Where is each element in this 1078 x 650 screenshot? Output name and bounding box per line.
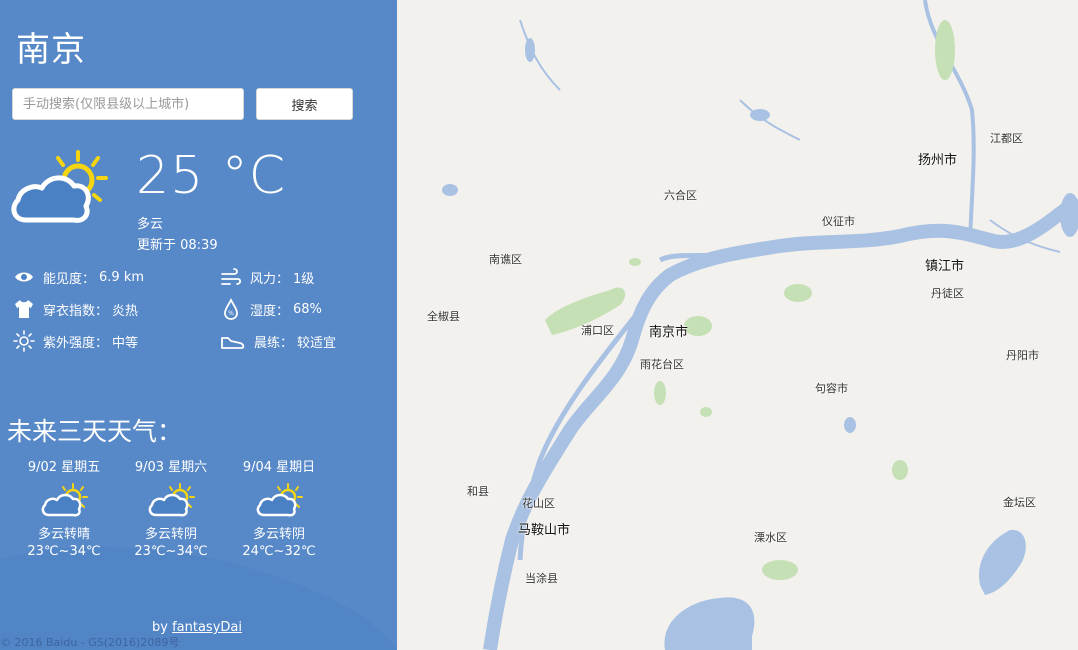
stat-uv-value: 中等 bbox=[112, 335, 139, 351]
map-label-maanshan: 马鞍山市 bbox=[518, 523, 571, 538]
map-label-nanjing: 南京市 bbox=[649, 325, 689, 340]
partly-cloudy-icon bbox=[148, 483, 195, 517]
park-6 bbox=[700, 407, 712, 417]
sun-icon bbox=[13, 330, 35, 352]
shirt-icon bbox=[15, 300, 33, 318]
park-4 bbox=[892, 460, 908, 480]
stat-exercise: 晨练： 较适宜 bbox=[220, 330, 336, 352]
forecast-day: 9/02 星期五 多云转晴 23℃~34℃ bbox=[14, 456, 114, 559]
droplet-icon: % bbox=[224, 298, 238, 320]
map-label-lishui: 溧水区 bbox=[754, 531, 787, 544]
shoe-icon bbox=[221, 337, 245, 349]
stat-exercise-label: 晨练： bbox=[254, 335, 294, 351]
stat-clothing-value: 炎热 bbox=[112, 303, 139, 319]
map-label-jiangdu: 江都区 bbox=[990, 132, 1023, 145]
map-label-yizheng: 仪征市 bbox=[822, 215, 855, 228]
map-label-pukou: 浦口区 bbox=[581, 324, 614, 337]
forecast-day: 9/04 星期日 多云转阴 24℃~32℃ bbox=[229, 456, 329, 559]
lake-small-2 bbox=[442, 184, 458, 196]
forecast-temp: 23℃~34℃ bbox=[27, 544, 101, 559]
stat-visibility-label: 能见度： bbox=[43, 271, 96, 287]
park-zijin bbox=[684, 316, 712, 336]
map-copyright: © 2016 Baidu - GS(2016)2089号 bbox=[0, 636, 180, 649]
stat-uv-label: 紫外强度： bbox=[43, 335, 109, 351]
forecast-date: 9/02 星期五 bbox=[27, 460, 101, 475]
lake-small-4 bbox=[844, 417, 856, 433]
forecast-date: 9/04 星期日 bbox=[242, 460, 316, 475]
search-button[interactable]: 搜索 bbox=[256, 88, 353, 120]
stat-humidity-value: 68% bbox=[293, 301, 322, 317]
forecast-title: 未来三天天气： bbox=[7, 417, 183, 446]
wind-icon bbox=[221, 268, 242, 285]
author-credit: by fantasyDai bbox=[152, 620, 242, 635]
forecast-temp: 24℃~32℃ bbox=[242, 544, 316, 559]
svg-text:%: % bbox=[228, 310, 234, 317]
stat-visibility: 能见度： 6.9 km bbox=[13, 266, 144, 288]
stat-humidity-label: 湿度： bbox=[250, 303, 290, 319]
map-label-hexian: 和县 bbox=[467, 485, 489, 498]
map-label-jintan: 金坛区 bbox=[1003, 496, 1036, 509]
stat-wind-value: 1级 bbox=[293, 271, 315, 287]
map-label-danyang: 丹阳市 bbox=[1006, 349, 1039, 362]
partly-cloudy-icon bbox=[41, 483, 88, 517]
partly-cloudy-icon bbox=[11, 150, 108, 223]
stat-wind: 风力： 1级 bbox=[220, 266, 314, 288]
current-condition: 多云 bbox=[137, 217, 164, 232]
forecast-condition: 多云转晴 bbox=[37, 527, 90, 542]
forecast-condition: 多云转阴 bbox=[144, 527, 197, 542]
search-input[interactable] bbox=[12, 88, 244, 120]
eye-icon bbox=[15, 272, 33, 282]
map-label-liuhe: 六合区 bbox=[664, 189, 697, 202]
map-label-quanjiao: 全椒县 bbox=[427, 310, 460, 323]
map-label-dantu: 丹徒区 bbox=[931, 287, 964, 300]
credit-prefix: by bbox=[152, 620, 173, 635]
current-temperature: 25 °C bbox=[136, 146, 287, 206]
forecast-date: 9/03 星期六 bbox=[134, 460, 208, 475]
park-7 bbox=[629, 258, 641, 266]
partly-cloudy-icon bbox=[256, 483, 303, 517]
stat-humidity: % 湿度： 68% bbox=[220, 298, 322, 320]
park-3 bbox=[762, 560, 798, 580]
city-name: 南京 bbox=[16, 30, 86, 70]
stat-clothing: 穿衣指数： 炎热 bbox=[13, 298, 138, 320]
map-label-yuhuatai: 雨花台区 bbox=[640, 358, 684, 371]
stat-uv: 紫外强度： 中等 bbox=[13, 330, 138, 352]
forecast-condition: 多云转阴 bbox=[252, 527, 305, 542]
map-label-jurong: 句容市 bbox=[815, 382, 848, 395]
map-label-yangzhou: 扬州市 bbox=[918, 153, 958, 168]
park-5 bbox=[935, 20, 955, 80]
map-label-nanqiao: 南谯区 bbox=[489, 253, 522, 266]
lake-small-3 bbox=[750, 109, 770, 121]
forecast-day: 9/03 星期六 多云转阴 23℃~34℃ bbox=[121, 456, 221, 559]
update-time: 更新于 08:39 bbox=[137, 238, 218, 253]
weather-panel: 南京 搜索 25 °C 多云 更新于 08:39 能见度： 6.9 km 风力：… bbox=[0, 0, 397, 650]
stat-clothing-label: 穿衣指数： bbox=[43, 303, 109, 319]
park-1 bbox=[784, 284, 812, 302]
map-label-dangtu: 当涂县 bbox=[525, 572, 558, 585]
lake-small-5 bbox=[525, 38, 535, 62]
stat-exercise-value: 较适宜 bbox=[297, 335, 337, 351]
author-link[interactable]: fantasyDai bbox=[172, 620, 242, 635]
map-label-zhenjiang: 镇江市 bbox=[925, 259, 965, 274]
stat-wind-label: 风力： bbox=[250, 271, 290, 287]
stat-visibility-value: 6.9 km bbox=[99, 269, 145, 285]
map-label-huashan: 花山区 bbox=[522, 497, 555, 510]
forecast-temp: 23℃~34℃ bbox=[134, 544, 208, 559]
park-2 bbox=[654, 381, 666, 405]
